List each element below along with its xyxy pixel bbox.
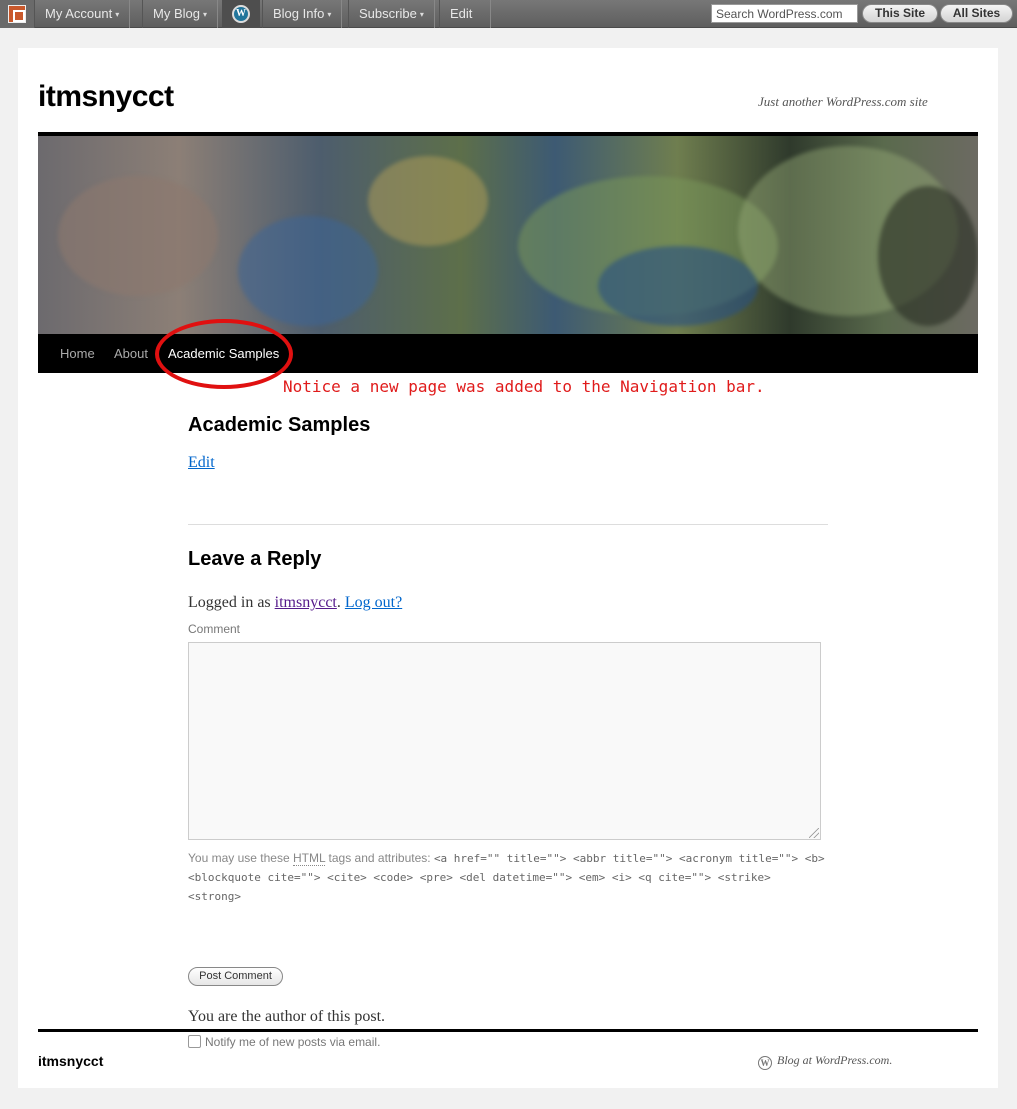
comment-label: Comment	[188, 622, 241, 636]
notify-checkbox[interactable]	[188, 1035, 201, 1048]
notify-label[interactable]: Notify me of new posts via email.	[205, 1035, 380, 1049]
nav-item-home[interactable]: Home	[60, 334, 95, 373]
html-abbr: HTML	[292, 851, 326, 866]
reply-title: Leave a Reply	[188, 548, 322, 570]
notify-option: Notify me of new posts via email.	[188, 1035, 380, 1049]
admin-bar: My Account ▾ My Blog ▾ W Blog Info ▾ Subscr…	[0, 0, 1017, 28]
subscribe-label: Subscribe	[359, 6, 417, 21]
comment-textarea[interactable]	[188, 642, 821, 840]
wordpress-logo-icon: W	[232, 5, 250, 23]
logout-link[interactable]: Log out?	[345, 594, 402, 611]
separator: .	[336, 594, 345, 611]
author-note: You are the author of this post.	[188, 1008, 386, 1025]
edit-page-link[interactable]: Edit	[188, 454, 215, 472]
resize-grip-icon[interactable]	[809, 828, 819, 838]
footer-credit-link[interactable]: Blog at WordPress.com.	[777, 1053, 892, 1067]
page-title: Academic Samples	[188, 414, 371, 436]
chevron-down-icon: ▾	[115, 9, 120, 19]
allowed-prefix: You may use these	[188, 851, 293, 865]
logged-in-prefix: Logged in as	[188, 594, 275, 611]
allowed-tags-note: You may use these HTML tags and attribut…	[188, 849, 828, 906]
post-comment-button[interactable]: Post Comment	[188, 967, 283, 986]
annotation-note: Notice a new page was added to the Navig…	[283, 377, 765, 396]
search-input[interactable]	[711, 4, 858, 23]
blog-info-label: Blog Info	[273, 6, 325, 21]
wordpress-logo-button[interactable]: W	[222, 0, 260, 28]
subscribe-menu[interactable]: Subscribe ▾	[348, 0, 435, 28]
chevron-down-icon: ▾	[327, 9, 332, 19]
edit-menu-item[interactable]: Edit	[439, 0, 491, 28]
footer-site-title[interactable]: itmsnycct	[38, 1053, 103, 1069]
divider	[188, 524, 828, 525]
blog-info-menu[interactable]: Blog Info ▾	[262, 0, 343, 28]
my-account-menu[interactable]: My Account ▾	[34, 0, 131, 28]
username-link[interactable]: itmsnycct	[275, 594, 337, 611]
header-image-ferns	[38, 136, 978, 334]
site-title[interactable]: itmsnycct	[38, 80, 174, 114]
this-site-button[interactable]: This Site	[862, 4, 938, 23]
my-account-label: My Account	[45, 6, 113, 21]
logged-in-text: Logged in as itmsnycct. Log out?	[188, 594, 402, 612]
chevron-down-icon: ▾	[202, 9, 207, 19]
nav-item-about[interactable]: About	[114, 334, 148, 373]
footer-credit: W Blog at WordPress.com.	[758, 1053, 892, 1070]
all-sites-button[interactable]: All Sites	[940, 4, 1013, 23]
blavatar-icon[interactable]	[0, 0, 34, 28]
page-wrapper: itmsnycct Just another WordPress.com sit…	[18, 48, 998, 1088]
site-description: Just another WordPress.com site	[758, 94, 928, 109]
allowed-middle: tags and attributes:	[325, 851, 434, 865]
edit-label: Edit	[450, 6, 473, 21]
chevron-down-icon: ▾	[419, 9, 424, 19]
highlight-ellipse	[155, 319, 293, 389]
footer-divider	[38, 1029, 978, 1032]
my-blog-label: My Blog	[153, 6, 200, 21]
my-blog-menu[interactable]: My Blog ▾	[142, 0, 218, 28]
wordpress-logo-icon: W	[758, 1056, 772, 1070]
